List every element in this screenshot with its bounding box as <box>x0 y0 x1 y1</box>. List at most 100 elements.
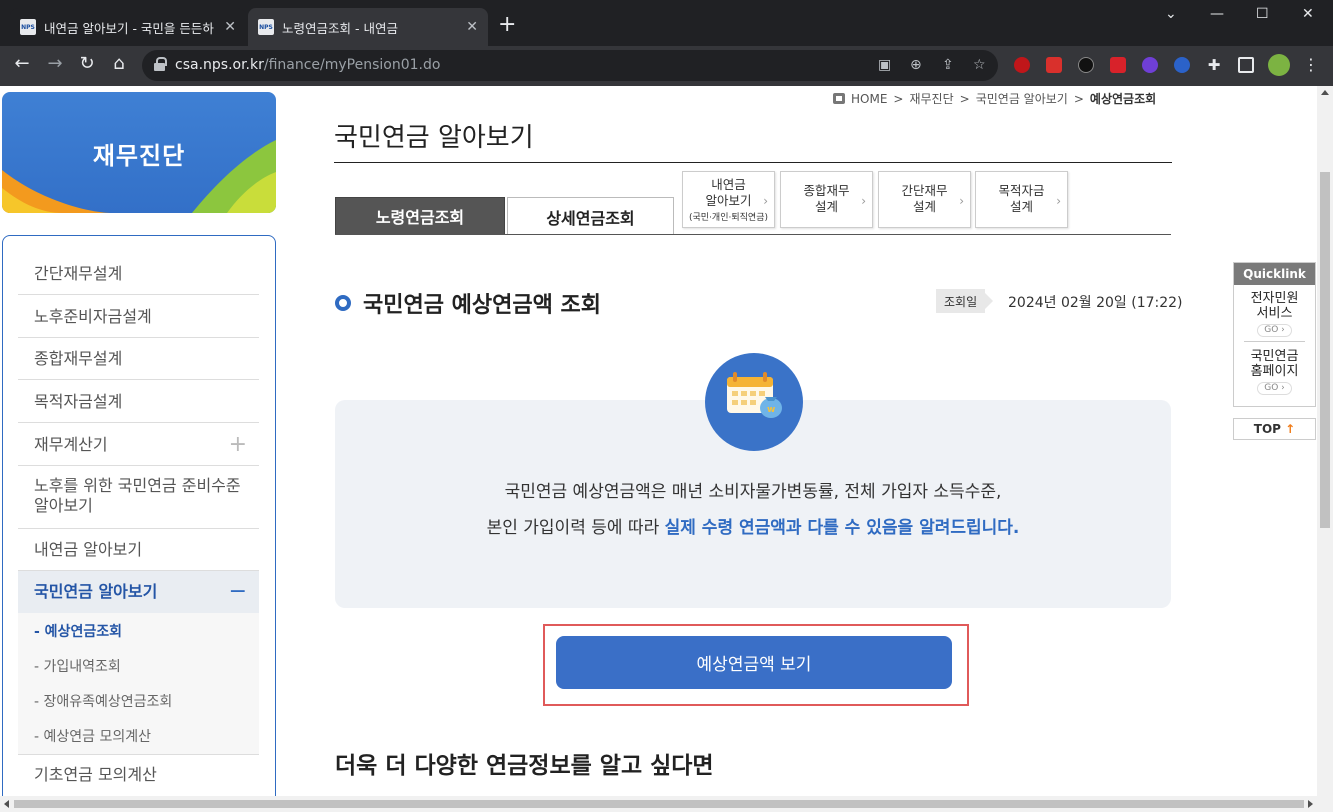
sidebar-item-retirement-plan[interactable]: 노후준비자금설계 <box>18 295 259 338</box>
expand-plus-icon[interactable]: + <box>229 423 247 466</box>
breadcrumb: HOME > 재무진단 > 국민연금 알아보기 > 예상연금조회 <box>833 90 1156 107</box>
notice-line-1: 국민연금 예상연금액은 매년 소비자물가변동률, 전체 가입자 소득수준, <box>504 482 1002 502</box>
scroll-right-arrow-icon[interactable] <box>1308 800 1313 808</box>
nps-favicon-icon: NPS <box>20 19 36 35</box>
minimize-button[interactable]: — <box>1210 6 1224 22</box>
quicklink-e-civil-service[interactable]: 전자민원 서비스 GO › <box>1234 291 1315 337</box>
scroll-left-arrow-icon[interactable] <box>4 800 9 808</box>
view-expected-pension-button[interactable]: 예상연금액 보기 <box>556 636 952 689</box>
browser-toolbar: ← → ↻ ⌂ csa.nps.or.kr/finance/myPension0… <box>0 46 1333 86</box>
home-icon[interactable]: ⌂ <box>107 54 131 74</box>
scroll-top-button[interactable]: TOP ↑ <box>1233 418 1316 440</box>
vertical-scrollbar[interactable] <box>1317 86 1333 796</box>
close-tab-icon[interactable]: ✕ <box>224 19 236 35</box>
popup-blocked-icon[interactable]: ▣ <box>878 57 891 73</box>
browser-tab-1[interactable]: NPS 내연금 알아보기 - 국민을 든든하 ✕ <box>10 8 246 46</box>
breadcrumb-separator: > <box>1073 91 1084 106</box>
back-icon[interactable]: ← <box>10 54 34 74</box>
tab-detail-pension[interactable]: 상세연금조회 <box>507 197 674 235</box>
bookmark-star-icon[interactable]: ☆ <box>973 57 986 73</box>
breadcrumb-national-pension[interactable]: 국민연금 알아보기 <box>976 90 1068 107</box>
tab-title: 내연금 알아보기 - 국민을 든든하 <box>44 20 214 36</box>
submenu-simulation[interactable]: - 예상연금 모의계산 <box>34 726 151 746</box>
section-heading: 국민연금 예상연금액 조회 <box>335 287 601 319</box>
sidebar-item-my-pension[interactable]: 내연금 알아보기 <box>18 529 259 571</box>
address-bar[interactable]: csa.nps.or.kr/finance/myPension01.do ▣ ⊕… <box>142 50 998 81</box>
sidebar-submenu: - 예상연금조회 - 가입내역조회 - 장애유족예상연금조회 - 예상연금 모의… <box>18 613 259 754</box>
svg-text:w: w <box>767 405 775 415</box>
sidebar-item-total-plan[interactable]: 종합재무설계 <box>18 338 259 380</box>
forward-icon[interactable]: → <box>43 54 67 74</box>
breadcrumb-current: 예상연금조회 <box>1089 92 1157 106</box>
shortcut-total-plan[interactable]: 종합재무 설계 › <box>780 171 873 228</box>
quicklink-divider <box>1244 341 1305 342</box>
scroll-up-arrow-icon[interactable] <box>1321 90 1329 95</box>
side-panel-icon[interactable] <box>1238 57 1254 73</box>
extension-red-icon[interactable] <box>1014 57 1030 73</box>
notice-line-2: 본인 가입이력 등에 따라 실제 수령 연금액과 다를 수 있음을 알려드립니다… <box>486 518 1020 538</box>
chevron-right-icon: › <box>763 194 768 208</box>
go-button[interactable]: GO › <box>1257 324 1292 337</box>
menu-kebab-icon[interactable]: ⋮ <box>1303 57 1319 73</box>
banner-title: 재무진단 <box>92 142 186 170</box>
sidebar-item-simple-plan[interactable]: 간단재무설계 <box>18 252 259 295</box>
browser-tab-2[interactable]: NPS 노령연금조회 - 내연금 ✕ <box>248 8 488 46</box>
breadcrumb-finance[interactable]: 재무진단 <box>909 90 953 107</box>
go-button[interactable]: GO › <box>1257 382 1292 395</box>
sidebar-item-national-pension[interactable]: 국민연금 알아보기 − <box>18 571 259 613</box>
extension-purple-icon[interactable] <box>1142 57 1158 73</box>
page-viewport: 재무진단 간단재무설계 노후준비자금설계 종합재무설계 목적자금설계 재무계산기… <box>0 86 1317 796</box>
extension-video-icon[interactable] <box>1110 57 1126 73</box>
extensions-puzzle-icon[interactable]: ✚ <box>1206 57 1222 73</box>
close-tab-icon[interactable]: ✕ <box>466 19 478 35</box>
extension-p-icon[interactable] <box>1078 57 1094 73</box>
shortcut-simple-plan[interactable]: 간단재무 설계 › <box>878 171 971 228</box>
tab-title: 노령연금조회 - 내연금 <box>282 20 398 36</box>
more-info-heading: 더욱 더 다양한 연금정보를 알고 싶다면 <box>335 753 714 779</box>
shortcut-my-pension[interactable]: 내연금 알아보기 (국민·개인·퇴직연금) › <box>682 171 775 228</box>
sidebar-item-basic-pension[interactable]: 기초연금 모의계산 <box>18 754 259 796</box>
tab-old-age-pension[interactable]: 노령연금조회 <box>335 197 505 235</box>
new-tab-button[interactable]: + <box>498 14 516 36</box>
profile-avatar[interactable] <box>1268 54 1290 76</box>
share-icon[interactable]: ⇪ <box>942 57 954 73</box>
nps-favicon-icon: NPS <box>258 19 274 35</box>
zoom-icon[interactable]: ⊕ <box>910 57 922 73</box>
breadcrumb-home[interactable]: HOME <box>851 92 887 106</box>
page-title: 국민연금 알아보기 <box>334 123 534 153</box>
sidebar-item-calculator[interactable]: 재무계산기 + <box>18 423 259 466</box>
lock-icon[interactable] <box>154 57 167 71</box>
extension-lock-icon[interactable] <box>1046 57 1062 73</box>
breadcrumb-separator: > <box>893 91 904 106</box>
horizontal-scrollbar[interactable] <box>0 796 1333 812</box>
chevron-right-icon: › <box>959 194 964 208</box>
breadcrumb-separator: > <box>959 91 970 106</box>
tabs-underline <box>335 234 1171 235</box>
quicklink-nps-homepage[interactable]: 국민연금 홈페이지 GO › <box>1234 349 1315 395</box>
calendar-money-icon: w <box>705 353 803 451</box>
sidebar-item-purpose-plan[interactable]: 목적자금설계 <box>18 380 259 423</box>
tab-search-icon[interactable]: ⌄ <box>1165 6 1177 22</box>
query-date: 2024년 02월 20일 (17:22) <box>1008 295 1183 311</box>
submenu-subscription-history[interactable]: - 가입내역조회 <box>34 656 121 676</box>
submenu-expected-pension[interactable]: - 예상연금조회 <box>34 621 122 641</box>
extension-globe-icon[interactable] <box>1174 57 1190 73</box>
shortcut-purpose-plan[interactable]: 목적자금 설계 › <box>975 171 1068 228</box>
home-icon[interactable] <box>833 93 845 104</box>
sidebar-item-pension-readiness[interactable]: 노후를 위한 국민연금 준비수준 알아보기 <box>18 466 259 529</box>
close-window-button[interactable]: ✕ <box>1302 6 1314 22</box>
vertical-scroll-thumb[interactable] <box>1320 172 1330 528</box>
date-label-badge: 조회일 <box>936 289 994 313</box>
arrow-up-icon: ↑ <box>1285 422 1296 436</box>
url-text[interactable]: csa.nps.or.kr/finance/myPension01.do <box>175 57 440 73</box>
horizontal-scroll-thumb[interactable] <box>14 800 1304 808</box>
submenu-disability-survivor[interactable]: - 장애유족예상연금조회 <box>34 691 172 711</box>
browser-tab-strip: NPS 내연금 알아보기 - 국민을 든든하 ✕ NPS 노령연금조회 - 내연… <box>0 0 1333 46</box>
quicklink-panel: Quicklink 전자민원 서비스 GO › 국민연금 홈페이지 GO › <box>1233 262 1316 407</box>
reload-icon[interactable]: ↻ <box>75 54 99 74</box>
chevron-right-icon: › <box>1056 194 1061 208</box>
quicklink-header: Quicklink <box>1234 263 1315 285</box>
maximize-button[interactable]: ☐ <box>1256 6 1269 22</box>
collapse-minus-icon[interactable]: − <box>229 571 247 613</box>
sidebar-banner: 재무진단 <box>2 92 276 213</box>
